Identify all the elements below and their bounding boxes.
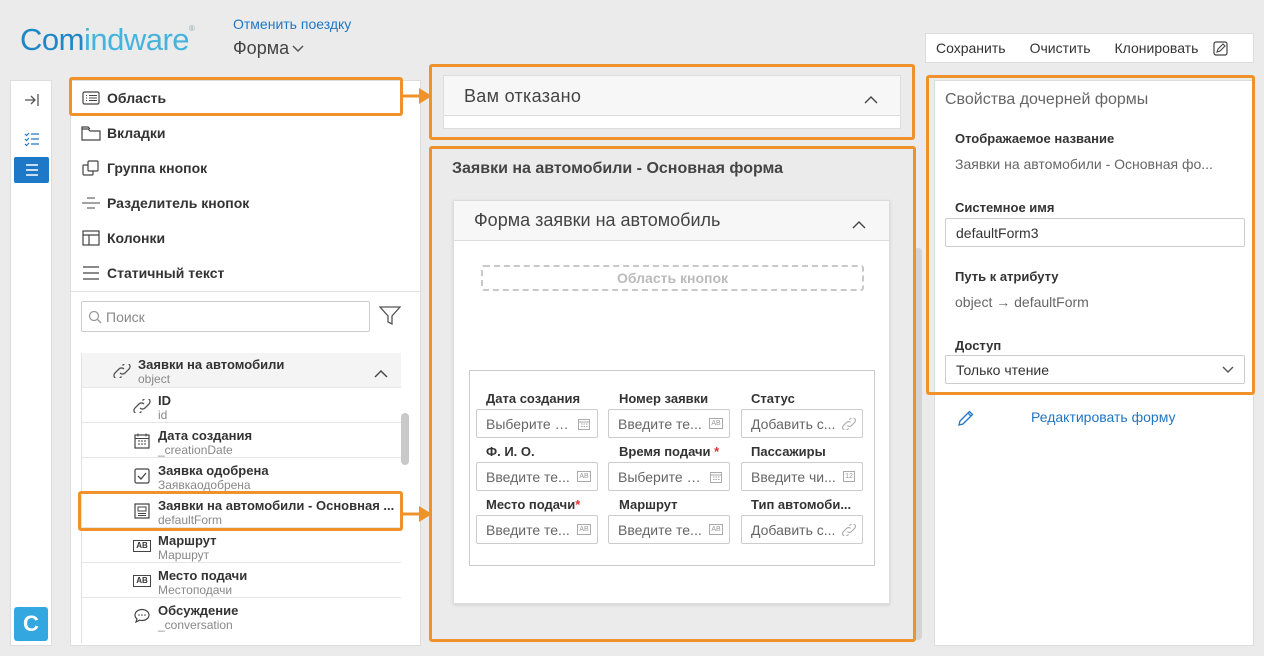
text-ab-icon: AB (132, 536, 152, 556)
palette-item-static-text[interactable]: Статичный текст (81, 258, 224, 288)
highlight-tree-row (78, 491, 403, 531)
chevron-up-icon[interactable] (374, 365, 388, 381)
tree-item-subtitle: object (138, 372, 171, 386)
calendar-icon (132, 431, 152, 451)
tree-item-title: Место подачи (158, 568, 248, 583)
filter-icon[interactable] (378, 306, 402, 329)
highlight-rejected-area (429, 64, 915, 140)
tree-item-title: Дата создания (158, 428, 253, 443)
clone-button[interactable]: Клонировать (1103, 40, 1211, 56)
link-icon (132, 396, 152, 416)
palette-item-label: Вкладки (107, 125, 166, 141)
divider (71, 291, 420, 292)
tree-root-row[interactable]: Заявки на автомобили object (82, 353, 401, 388)
list-icon[interactable] (14, 157, 49, 183)
button-separator-icon (81, 197, 101, 209)
link-icon (112, 361, 132, 381)
palette-item-button-separator[interactable]: Разделитель кнопок (81, 188, 249, 218)
element-palette: Область Вкладки Группа кнопок Разделител… (70, 80, 421, 646)
palette-item-columns[interactable]: Колонки (81, 223, 165, 253)
left-rail: C (10, 80, 52, 646)
tree-item-title: ID (158, 393, 171, 408)
tree-row[interactable]: Дата создания _creationDate (82, 423, 401, 458)
cancel-trip-link[interactable]: Отменить поездку (233, 16, 351, 32)
save-button[interactable]: Сохранить (926, 40, 1018, 56)
palette-item-label: Статичный текст (107, 265, 225, 281)
highlight-subform (429, 146, 916, 642)
collapse-panel-icon[interactable] (14, 87, 49, 113)
chevron-down-icon (292, 45, 304, 53)
tree-item-title: Заявка одобрена (158, 463, 269, 478)
tree-item-subtitle: id (158, 408, 168, 422)
checklist-icon[interactable] (14, 126, 49, 152)
app-logo-icon[interactable]: C (14, 607, 48, 641)
tree-item-subtitle: _conversation (158, 618, 233, 632)
palette-item-label: Колонки (107, 230, 166, 246)
palette-item-label: Группа кнопок (107, 160, 208, 176)
arrow-right-icon (403, 88, 432, 104)
pencil-icon[interactable] (957, 409, 975, 430)
edit-icon[interactable] (1212, 40, 1228, 56)
search-field[interactable] (81, 301, 370, 332)
highlight-area-item (69, 77, 403, 116)
tree-item-title: Заявки на автомобили (138, 357, 285, 372)
comment-icon (132, 606, 152, 626)
checkbox-icon (132, 466, 152, 486)
palette-item-button-group[interactable]: Группа кнопок (81, 153, 207, 183)
arrow-right-icon (403, 506, 432, 522)
form-dropdown-label: Форма (233, 38, 290, 58)
tree-item-subtitle: Местоподачи (158, 583, 233, 597)
tree-item-subtitle: _creationDate (158, 443, 233, 457)
text-ab-icon: AB (132, 571, 152, 591)
form-dropdown[interactable]: Форма (233, 38, 304, 59)
tree-row[interactable]: AB Маршрут Маршрут (82, 528, 401, 563)
clear-button[interactable]: Очистить (1018, 40, 1103, 56)
search-icon (88, 310, 102, 323)
tree-item-subtitle: Маршрут (158, 548, 210, 562)
tree-item-title: Обсуждение (158, 603, 239, 618)
palette-item-tabs[interactable]: Вкладки (81, 118, 165, 148)
button-group-icon (81, 160, 101, 176)
static-text-icon (81, 266, 101, 280)
comindware-logo: Comindware® (20, 22, 195, 57)
search-input[interactable] (106, 308, 346, 325)
edit-form-link[interactable]: Редактировать форму (1031, 409, 1175, 425)
highlight-properties (926, 75, 1255, 395)
tree-scrollbar[interactable] (401, 413, 409, 465)
tree-row[interactable]: Обсуждение _conversation (82, 598, 401, 633)
tree-item-subtitle: Заявкаодобрена (158, 478, 251, 492)
tree-row[interactable]: ID id (82, 388, 401, 423)
tree-row[interactable]: Заявка одобрена Заявкаодобрена (82, 458, 401, 493)
tree-item-title: Маршрут (158, 533, 217, 548)
form-toolbar: Сохранить Очистить Клонировать (925, 33, 1254, 63)
tree-row[interactable]: AB Место подачи Местоподачи (82, 563, 401, 598)
tabs-icon (81, 125, 101, 141)
columns-icon (81, 230, 101, 246)
palette-item-label: Разделитель кнопок (107, 195, 250, 211)
